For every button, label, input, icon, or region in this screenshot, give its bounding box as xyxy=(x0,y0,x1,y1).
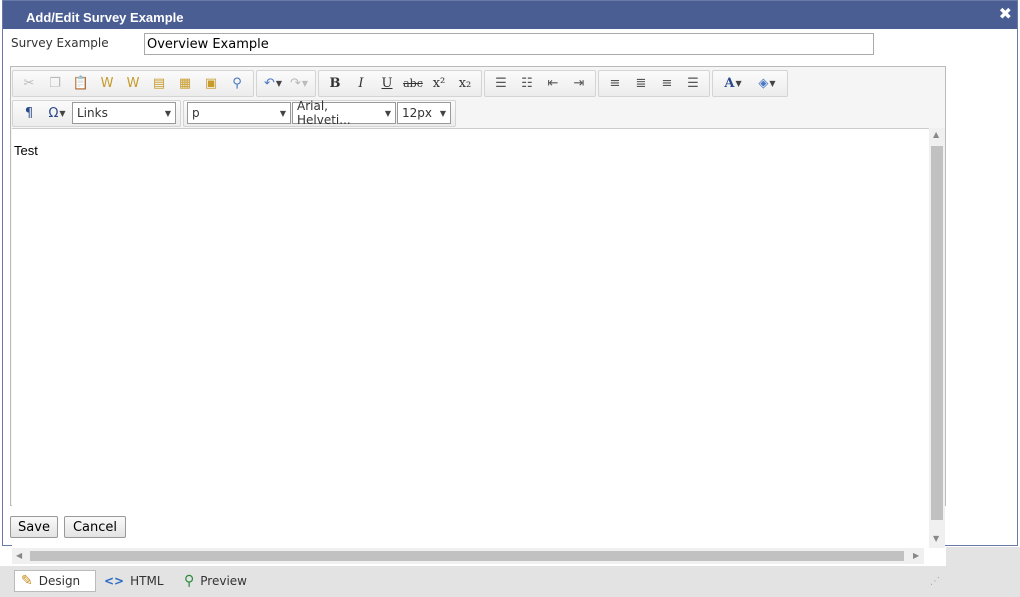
superscript-icon[interactable]: x² xyxy=(426,71,452,95)
paragraph-format-select[interactable]: p ▼ xyxy=(187,102,291,124)
paste-plain-icon[interactable]: W xyxy=(120,71,146,95)
vertical-scrollbar[interactable]: ▲ ▼ xyxy=(929,128,945,548)
horizontal-scroll-thumb[interactable] xyxy=(30,551,904,561)
preview-mode-tab[interactable]: ⚲ Preview xyxy=(178,570,264,592)
paragraph-icon[interactable]: ¶ xyxy=(16,101,42,125)
close-icon[interactable]: ✖ xyxy=(999,6,1012,22)
links-select-value: Links xyxy=(77,106,108,120)
paste-format-icon[interactable]: ▣ xyxy=(198,71,224,95)
rich-text-editor: ✂ ❐ 📋 W W ▤ ▦ ▣ ⚲ ↶ ▼ ↷ ▼ B I U abc x² x₂ … xyxy=(10,66,946,548)
cancel-button[interactable]: Cancel xyxy=(64,516,126,538)
copy-icon[interactable]: ❐ xyxy=(42,71,68,95)
align-right-icon[interactable]: ≡ xyxy=(654,71,680,95)
ordered-list-icon[interactable]: ☰ xyxy=(488,71,514,95)
editor-toolbar-row-2: ¶ Ω ▼ Links ▼ p ▼ Arial, Helveti... ▼ 12px ▼ xyxy=(12,98,458,128)
unordered-list-icon[interactable]: ☷ xyxy=(514,71,540,95)
list-group: ☰ ☷ ⇤ ⇥ xyxy=(484,69,596,97)
paragraph-format-value: p xyxy=(192,106,200,120)
history-group: ↶ ▼ ↷ ▼ xyxy=(256,69,316,97)
underline-icon[interactable]: U xyxy=(374,71,400,95)
undo-icon[interactable]: ↶ ▼ xyxy=(260,71,286,95)
survey-example-label: Survey Example xyxy=(11,36,109,50)
strikethrough-icon[interactable]: abc xyxy=(400,71,426,95)
html-mode-tab[interactable]: <> HTML xyxy=(98,570,176,592)
editor-content-text[interactable]: Test xyxy=(14,143,38,158)
links-select[interactable]: Links ▼ xyxy=(72,102,176,124)
subscript-icon[interactable]: x₂ xyxy=(452,71,478,95)
font-size-value: 12px xyxy=(402,106,432,120)
insert-group: ¶ Ω ▼ Links ▼ xyxy=(12,99,181,127)
save-button[interactable]: Save xyxy=(10,516,58,538)
font-color-icon[interactable]: A ▼ xyxy=(716,71,750,95)
paste-special-icon[interactable]: ▦ xyxy=(172,71,198,95)
horizontal-scrollbar[interactable]: ◀ ▶ xyxy=(12,548,924,564)
font-size-select[interactable]: 12px ▼ xyxy=(397,102,451,124)
scroll-right-icon[interactable]: ▶ xyxy=(913,551,919,560)
page-background-strip xyxy=(946,547,1020,567)
clipboard-group: ✂ ❐ 📋 W W ▤ ▦ ▣ ⚲ xyxy=(12,69,254,97)
font-family-select[interactable]: Arial, Helveti... ▼ xyxy=(292,99,396,127)
scroll-up-icon[interactable]: ▲ xyxy=(933,130,939,139)
scroll-down-icon[interactable]: ▼ xyxy=(933,534,939,543)
format-group: p ▼ Arial, Helveti... ▼ 12px ▼ xyxy=(183,99,456,127)
redo-icon[interactable]: ↷ ▼ xyxy=(286,71,312,95)
justify-icon[interactable]: ☰ xyxy=(680,71,706,95)
dialog-titlebar[interactable]: Add/Edit Survey Example ✖ xyxy=(3,1,1017,29)
survey-example-input[interactable] xyxy=(144,33,874,55)
paste-html-icon[interactable]: ▤ xyxy=(146,71,172,95)
code-icon: <> xyxy=(104,574,125,588)
design-mode-tab[interactable]: ✎ Design xyxy=(14,570,96,592)
paste-word-icon[interactable]: W xyxy=(94,71,120,95)
highlight-color-icon[interactable]: ◈ ▼ xyxy=(750,71,784,95)
font-family-value: Arial, Helveti... xyxy=(297,99,351,127)
preview-mode-label: Preview xyxy=(200,574,247,588)
editor-toolbar-row-1: ✂ ❐ 📋 W W ▤ ▦ ▣ ⚲ ↶ ▼ ↷ ▼ B I U abc x² x₂ … xyxy=(12,68,790,98)
indent-icon[interactable]: ⇥ xyxy=(566,71,592,95)
bold-icon[interactable]: B xyxy=(322,71,348,95)
vertical-scroll-thumb[interactable] xyxy=(931,146,943,520)
editor-content-area[interactable]: Test xyxy=(12,128,929,548)
resize-grip-icon[interactable]: ⋰ xyxy=(930,576,940,587)
color-group: A ▼ ◈ ▼ xyxy=(712,69,788,97)
magnifier-icon: ⚲ xyxy=(184,573,195,589)
text-style-group: B I U abc x² x₂ xyxy=(318,69,482,97)
html-mode-label: HTML xyxy=(130,574,164,588)
omega-icon[interactable]: Ω ▼ xyxy=(42,101,72,125)
align-left-icon[interactable]: ≡ xyxy=(602,71,628,95)
italic-icon[interactable]: I xyxy=(348,71,374,95)
align-center-icon[interactable]: ≣ xyxy=(628,71,654,95)
cut-icon[interactable]: ✂ xyxy=(16,71,42,95)
scroll-left-icon[interactable]: ◀ xyxy=(16,551,22,560)
design-mode-label: Design xyxy=(38,574,81,588)
pencil-icon: ✎ xyxy=(21,573,33,589)
outdent-icon[interactable]: ⇤ xyxy=(540,71,566,95)
dialog-title: Add/Edit Survey Example xyxy=(26,10,184,25)
align-group: ≡ ≣ ≡ ☰ xyxy=(598,69,710,97)
editor-mode-bar: ✎ Design <> HTML ⚲ Preview ⋰ xyxy=(0,566,1020,597)
paste-icon[interactable]: 📋 xyxy=(68,71,94,95)
find-icon[interactable]: ⚲ xyxy=(224,71,250,95)
